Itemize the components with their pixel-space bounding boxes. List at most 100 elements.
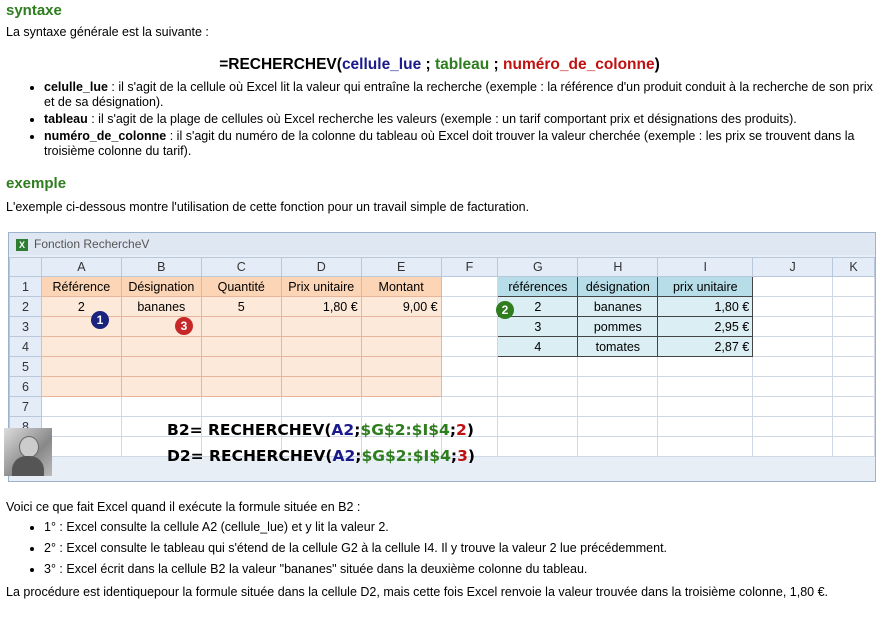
- column-header-i[interactable]: I: [657, 257, 754, 277]
- cell-j7[interactable]: [752, 396, 833, 417]
- column-header-k[interactable]: K: [831, 257, 875, 277]
- cell-f5[interactable]: [440, 356, 499, 377]
- cell-k7[interactable]: [831, 396, 875, 417]
- cell-i5[interactable]: [657, 356, 754, 377]
- column-header-j[interactable]: J: [752, 257, 833, 277]
- cell-f3[interactable]: [440, 316, 499, 337]
- cell-j3[interactable]: [752, 316, 833, 337]
- cell-a1[interactable]: Référence: [40, 276, 122, 297]
- cell-k8[interactable]: [831, 416, 875, 437]
- cell-a5[interactable]: [40, 356, 122, 377]
- cell-e5[interactable]: [360, 356, 442, 377]
- cell-k9[interactable]: [831, 436, 875, 457]
- cell-g8[interactable]: [497, 416, 579, 437]
- cell-k5[interactable]: [831, 356, 875, 377]
- cell-i2[interactable]: 1,80 €: [657, 296, 754, 317]
- row-header[interactable]: 3: [9, 316, 42, 337]
- column-header-b[interactable]: B: [120, 257, 202, 277]
- row-header[interactable]: 2: [9, 296, 42, 317]
- cell-h8[interactable]: [577, 416, 659, 437]
- column-header-f[interactable]: F: [440, 257, 499, 277]
- row-header[interactable]: 7: [9, 396, 42, 417]
- cell-f1[interactable]: [440, 276, 499, 297]
- cell-e6[interactable]: [360, 376, 442, 397]
- cell-c1[interactable]: Quantité: [200, 276, 282, 297]
- cell-i9[interactable]: [657, 436, 754, 457]
- cell-g5[interactable]: [497, 356, 579, 377]
- cell-i7[interactable]: [657, 396, 754, 417]
- cell-b1[interactable]: Désignation: [120, 276, 202, 297]
- cell-c2[interactable]: 5: [200, 296, 282, 317]
- cell-d2[interactable]: 1,80 €: [280, 296, 362, 317]
- row-header[interactable]: 1: [9, 276, 42, 297]
- cell-g9[interactable]: [497, 436, 579, 457]
- cell-k1[interactable]: [831, 276, 875, 297]
- cell-f7[interactable]: [440, 396, 499, 417]
- cell-b4[interactable]: [120, 336, 202, 357]
- cell-d7[interactable]: [280, 396, 362, 417]
- cell-a2[interactable]: 2: [40, 296, 122, 317]
- column-header-d[interactable]: D: [280, 257, 362, 277]
- cell-e4[interactable]: [360, 336, 442, 357]
- cell-b6[interactable]: [120, 376, 202, 397]
- cell-h6[interactable]: [577, 376, 659, 397]
- cell-j8[interactable]: [752, 416, 833, 437]
- column-header-e[interactable]: E: [360, 257, 442, 277]
- cell-j1[interactable]: [752, 276, 833, 297]
- cell-b7[interactable]: [120, 396, 202, 417]
- cell-g4[interactable]: 4: [497, 336, 579, 357]
- cell-g6[interactable]: [497, 376, 579, 397]
- cell-a4[interactable]: [40, 336, 122, 357]
- column-header-g[interactable]: G: [497, 257, 579, 277]
- cell-j2[interactable]: [752, 296, 833, 317]
- cell-g3[interactable]: 3: [497, 316, 579, 337]
- cell-f4[interactable]: [440, 336, 499, 357]
- cell-k3[interactable]: [831, 316, 875, 337]
- cell-i8[interactable]: [657, 416, 754, 437]
- cell-e2[interactable]: 9,00 €: [360, 296, 442, 317]
- cell-h4[interactable]: tomates: [577, 336, 659, 357]
- cell-k6[interactable]: [831, 376, 875, 397]
- row-header[interactable]: 5: [9, 356, 42, 377]
- cell-f2[interactable]: [440, 296, 499, 317]
- column-header-h[interactable]: H: [577, 257, 659, 277]
- cell-f6[interactable]: [440, 376, 499, 397]
- column-header-c[interactable]: C: [200, 257, 282, 277]
- cell-c6[interactable]: [200, 376, 282, 397]
- cell-c3[interactable]: [200, 316, 282, 337]
- row-header[interactable]: 6: [9, 376, 42, 397]
- cell-i6[interactable]: [657, 376, 754, 397]
- cell-g7[interactable]: [497, 396, 579, 417]
- column-header-a[interactable]: A: [40, 257, 122, 277]
- cell-h3[interactable]: pommes: [577, 316, 659, 337]
- cell-a3[interactable]: [40, 316, 122, 337]
- cell-g1[interactable]: références: [497, 276, 579, 297]
- cell-a8[interactable]: [40, 416, 122, 437]
- cell-h5[interactable]: [577, 356, 659, 377]
- cell-c4[interactable]: [200, 336, 282, 357]
- cell-i3[interactable]: 2,95 €: [657, 316, 754, 337]
- cell-c5[interactable]: [200, 356, 282, 377]
- cell-k2[interactable]: [831, 296, 875, 317]
- cell-a7[interactable]: [40, 396, 122, 417]
- cell-d4[interactable]: [280, 336, 362, 357]
- cell-a6[interactable]: [40, 376, 122, 397]
- cell-h9[interactable]: [577, 436, 659, 457]
- cell-i4[interactable]: 2,87 €: [657, 336, 754, 357]
- cell-e3[interactable]: [360, 316, 442, 337]
- cell-d1[interactable]: Prix unitaire: [280, 276, 362, 297]
- row-header[interactable]: 4: [9, 336, 42, 357]
- cell-j4[interactable]: [752, 336, 833, 357]
- cell-k4[interactable]: [831, 336, 875, 357]
- select-all-corner[interactable]: [9, 257, 42, 277]
- cell-j6[interactable]: [752, 376, 833, 397]
- cell-j9[interactable]: [752, 436, 833, 457]
- cell-h7[interactable]: [577, 396, 659, 417]
- cell-b2[interactable]: bananes: [120, 296, 202, 317]
- cell-h2[interactable]: bananes: [577, 296, 659, 317]
- cell-d5[interactable]: [280, 356, 362, 377]
- cell-d3[interactable]: [280, 316, 362, 337]
- cell-c7[interactable]: [200, 396, 282, 417]
- cell-a9[interactable]: [40, 436, 122, 457]
- cell-j5[interactable]: [752, 356, 833, 377]
